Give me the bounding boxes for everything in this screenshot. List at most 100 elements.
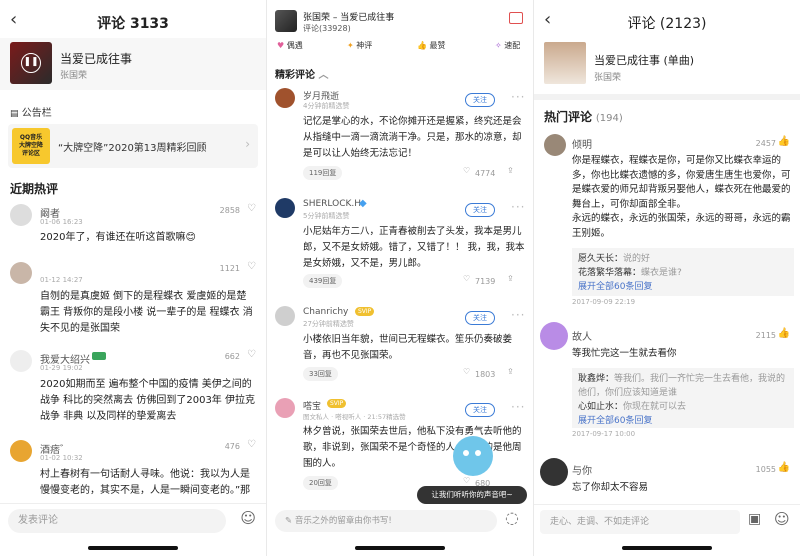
comment-time: 01-29 19:02 <box>40 364 83 372</box>
expand-replies-link[interactable]: 展开全部60条回复 <box>578 414 788 428</box>
comment-time: 5分钟前精选赞 <box>303 212 350 220</box>
more-icon[interactable]: ··· <box>511 308 525 322</box>
comment-text: 2020年了，有谁还在听这首歌嘛😊 <box>40 232 196 243</box>
home-indicator <box>622 546 712 550</box>
follow-button[interactable]: 关注 <box>465 311 495 325</box>
phone-screen-2: 张国荣 – 当爱已成往事 评论(33928) ♥ 偶遇 ✦ 神评 👍 最赞 ✧ … <box>267 0 533 556</box>
follow-button[interactable]: 关注 <box>465 203 495 217</box>
avatar[interactable] <box>275 88 295 108</box>
like-icon[interactable]: ♡ <box>463 476 470 485</box>
comment-user[interactable]: 故人 <box>572 328 592 343</box>
like-icon[interactable]: ♡ <box>463 166 470 175</box>
comment-input[interactable]: 走心、走调、不如走评论 <box>540 510 740 534</box>
tab-encounter[interactable]: ♥ 偶遇 <box>277 40 303 51</box>
avatar[interactable] <box>10 262 32 284</box>
comment-text: 你是程蝶衣，程蝶衣是你，可是你又比蝶衣幸运的多，你也比蝶衣遗憾的多，你爱唐生唐生… <box>572 155 791 239</box>
notice-text: “大牌空降”2020第13周精彩回顾 <box>58 143 207 154</box>
like-count: 4774 <box>475 169 496 178</box>
avatar[interactable] <box>275 398 295 418</box>
comment-input[interactable]: 发表评论 <box>8 509 226 533</box>
tab-top-comments[interactable]: ✦ 神评 <box>347 40 372 51</box>
header-title: 张国荣 – 当爱已成往事 <box>303 13 395 23</box>
notice-card[interactable]: QQ音乐 大牌空降 评论区 “大牌空降”2020第13周精彩回顾 › <box>8 124 258 168</box>
album-cover[interactable] <box>275 10 297 32</box>
like-count: 7139 <box>475 277 496 286</box>
emoji-icon[interactable]: ☺ <box>774 510 790 528</box>
comment-time: 2017-09-09 22:19 <box>572 298 636 306</box>
avatar[interactable] <box>10 440 32 462</box>
page-title: 评论 3133 <box>97 16 169 32</box>
comment-user[interactable]: Chanrichy <box>303 307 348 317</box>
gift-icon[interactable] <box>509 12 523 24</box>
reply-preview[interactable]: 耿鑫烨：等我们。我们一齐忙完一生去看他，我说的他们，你们应该知道是谁 心如止水：… <box>572 368 794 428</box>
like-icon[interactable]: 👍 <box>778 328 790 339</box>
tab-bar: ♥ 偶遇 ✦ 神评 👍 最赞 ✧ 速配 <box>267 38 533 58</box>
pencil-icon: ✎ <box>285 516 293 526</box>
reply-count[interactable]: 33回复 <box>303 367 338 381</box>
like-icon[interactable]: ♡ <box>247 261 256 272</box>
comment-user[interactable]: 倾明 <box>572 136 592 151</box>
emoji-icon[interactable]: ☺ <box>240 509 256 527</box>
artist-name: 张国荣 <box>594 73 622 83</box>
song-name: 当爱已成往事 <box>60 52 133 66</box>
comment-text: 小尼姑年方二八，正青春被削去了头发，我本是男儿郎，又不是女娇娥。错了，又错了！！… <box>303 226 525 269</box>
comment-user[interactable]: 与你 <box>572 462 592 477</box>
share-icon[interactable]: ⇪ <box>507 274 514 283</box>
tab-most-liked[interactable]: 👍 最赞 <box>417 40 446 51</box>
follow-button[interactable]: 关注 <box>465 93 495 107</box>
song-card[interactable]: ❚❚ 当爱已成往事 张国荣 <box>0 38 266 90</box>
chevron-up-icon: ︿ <box>318 70 329 81</box>
avatar[interactable] <box>544 134 566 156</box>
match-icon: ✧ <box>495 41 502 50</box>
like-icon[interactable]: 👍 <box>778 462 790 473</box>
divider <box>534 94 800 100</box>
phone-screen-1: ‹ 评论 3133 ❚❚ 当爱已成往事 张国荣 ▤ 公告栏 QQ音乐 大牌空降 … <box>0 0 266 556</box>
follow-button[interactable]: 关注 <box>465 403 495 417</box>
like-icon[interactable]: ♡ <box>463 274 470 283</box>
comment-input[interactable]: ✎ 音乐之外的留章由你书写! <box>275 510 497 532</box>
header-subtitle: 评论(33928) <box>303 24 351 33</box>
comment-user[interactable]: SHERLOCK.H <box>303 199 361 209</box>
reply-count[interactable]: 20回复 <box>303 476 338 490</box>
flame-icon: ✦ <box>347 41 354 50</box>
section-title: 近期热评 <box>10 182 59 196</box>
more-icon[interactable]: ··· <box>511 400 525 414</box>
notice-header: ▤ 公告栏 <box>10 104 52 119</box>
tab-match[interactable]: ✧ 速配 <box>495 40 520 51</box>
like-count: 1121 <box>219 264 240 273</box>
song-name: 当爱已成往事 (单曲) <box>594 54 695 67</box>
avatar[interactable] <box>10 204 32 226</box>
reply-count[interactable]: 119回复 <box>303 166 343 180</box>
phone-screen-3: ‹ 评论 (2123) 当爱已成往事 (单曲) 张国荣 热门评论 (194) 倾… <box>534 0 800 556</box>
share-icon[interactable]: ⇪ <box>507 367 514 376</box>
like-count: 476 <box>224 442 240 451</box>
avatar[interactable] <box>275 306 295 326</box>
avatar[interactable] <box>540 458 568 486</box>
avatar[interactable] <box>540 322 568 350</box>
comment-text: 忘了你却太不容易 <box>572 482 649 493</box>
section-title[interactable]: 精彩评论 ︿ <box>275 66 328 81</box>
reply-preview[interactable]: 愿久天长：说的好 花落繁华落幕：蝶衣是谁? 展开全部60条回复 <box>572 248 794 296</box>
notice-label: 公告栏 <box>21 108 52 119</box>
more-icon[interactable]: ··· <box>511 90 525 104</box>
prompt-bubble: 让我们听听你的声音吧~ <box>417 486 527 504</box>
expand-replies-link[interactable]: 展开全部60条回复 <box>578 280 788 294</box>
reply-count[interactable]: 439回复 <box>303 274 343 288</box>
like-icon[interactable]: ♡ <box>247 203 256 214</box>
like-icon[interactable]: ♡ <box>463 367 470 376</box>
like-icon[interactable]: 👍 <box>778 136 790 147</box>
avatar[interactable] <box>275 198 295 218</box>
home-indicator <box>355 546 445 550</box>
pause-icon[interactable]: ❚❚ <box>21 53 41 73</box>
chevron-right-icon: › <box>245 137 250 151</box>
like-icon[interactable]: ♡ <box>247 349 256 360</box>
comment-time: 图文私人 · 嗒视听人 · 21:57精选赞 <box>303 413 406 421</box>
artist-name: 张国荣 <box>60 71 88 81</box>
like-icon[interactable]: ♡ <box>247 439 256 450</box>
more-icon[interactable]: ··· <box>511 200 525 214</box>
song-card[interactable]: 当爱已成往事 (单曲) 张国荣 <box>534 40 800 92</box>
avatar[interactable] <box>10 350 32 372</box>
image-icon[interactable]: ▣ <box>748 511 761 527</box>
voice-comment-icon[interactable]: ◌ <box>505 508 519 527</box>
share-icon[interactable]: ⇪ <box>507 166 514 175</box>
